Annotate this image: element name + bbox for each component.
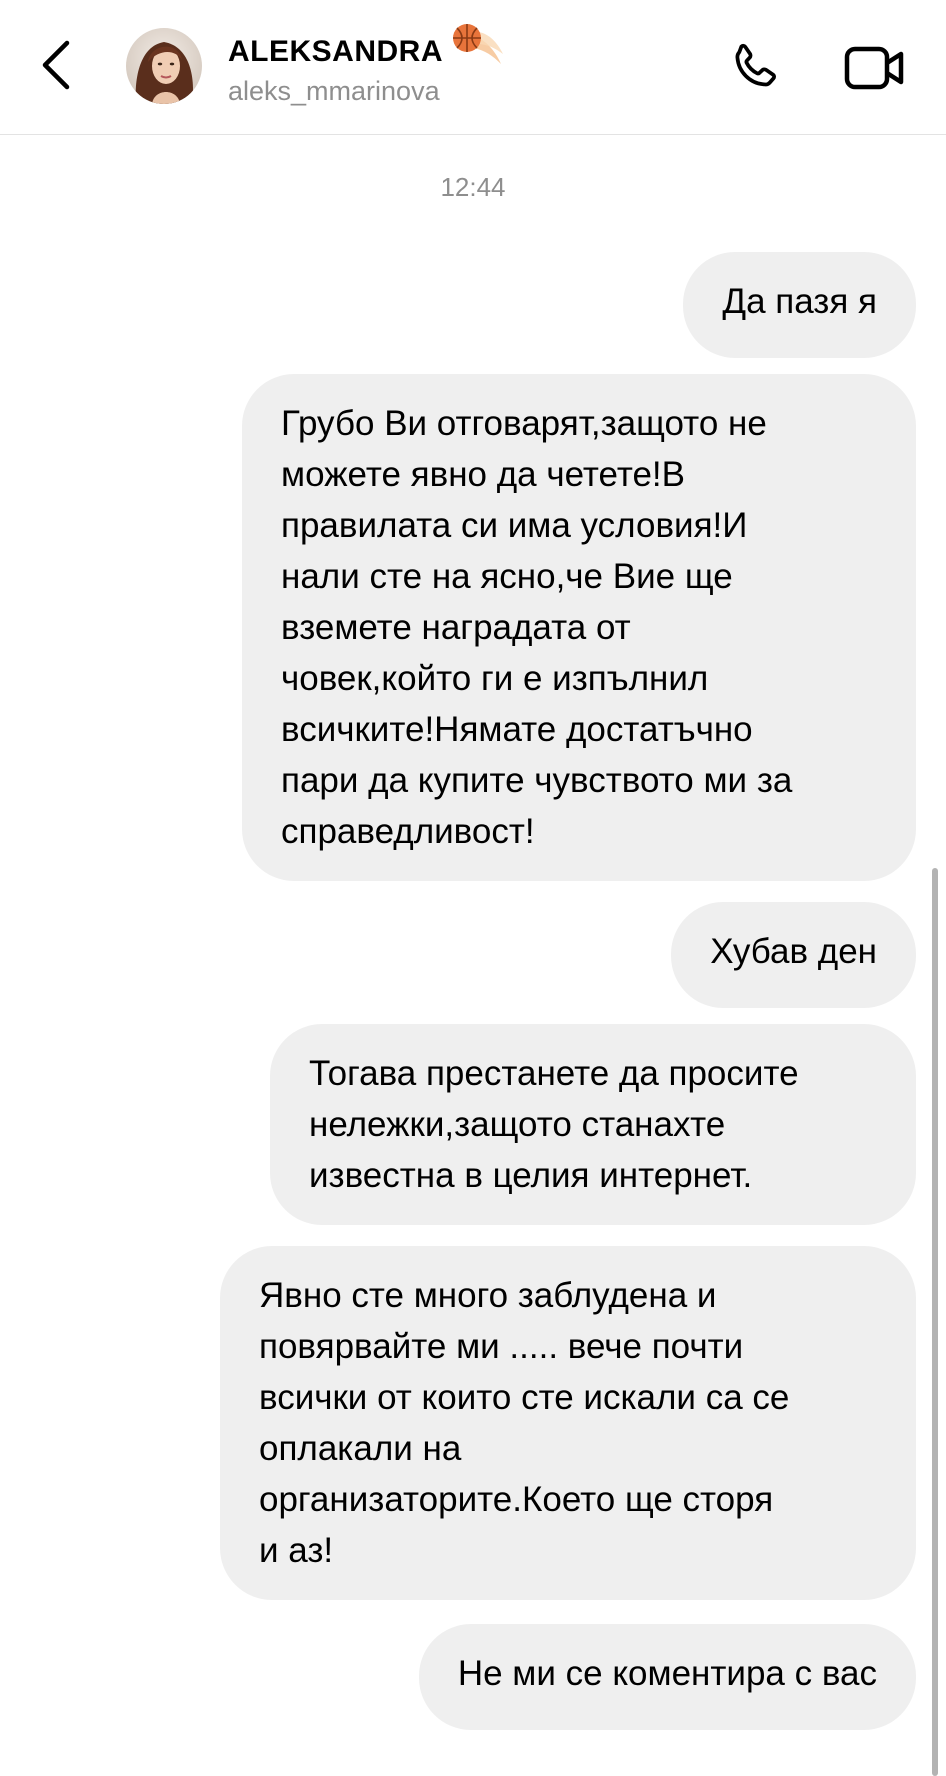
contact-handle: aleks_mmarinova [228, 76, 440, 106]
chat-header: ALEKSANDRA aleks_mmarinova [0, 0, 946, 135]
message-bubble[interactable]: Тогава престанете да просите нележки,защ… [270, 1024, 916, 1225]
message-bubble[interactable]: Да пазя я [683, 252, 916, 358]
basketball-emoji-icon [453, 24, 503, 64]
message-bubble[interactable]: Явно сте много заблудена и повярвайте ми… [220, 1246, 916, 1600]
contact-info[interactable]: ALEKSANDRA aleks_mmarinova [228, 24, 505, 107]
message-timestamp: 12:44 [440, 172, 506, 202]
message-bubble[interactable]: Не ми се коментира с вас [418, 1624, 916, 1730]
avatar[interactable] [126, 28, 202, 104]
message-bubble[interactable]: Грубо Ви отговарят,защото не можете явно… [242, 374, 916, 881]
back-button[interactable] [28, 30, 84, 100]
video-camera-icon [844, 46, 904, 90]
contact-name: ALEKSANDRA [228, 35, 443, 68]
phone-icon [735, 43, 776, 87]
audio-call-button[interactable] [722, 36, 786, 100]
chevron-left-icon [42, 40, 70, 90]
scrollbar[interactable] [932, 868, 938, 1776]
video-call-button[interactable] [842, 36, 908, 100]
message-bubble[interactable]: Хубав ден [671, 902, 916, 1008]
